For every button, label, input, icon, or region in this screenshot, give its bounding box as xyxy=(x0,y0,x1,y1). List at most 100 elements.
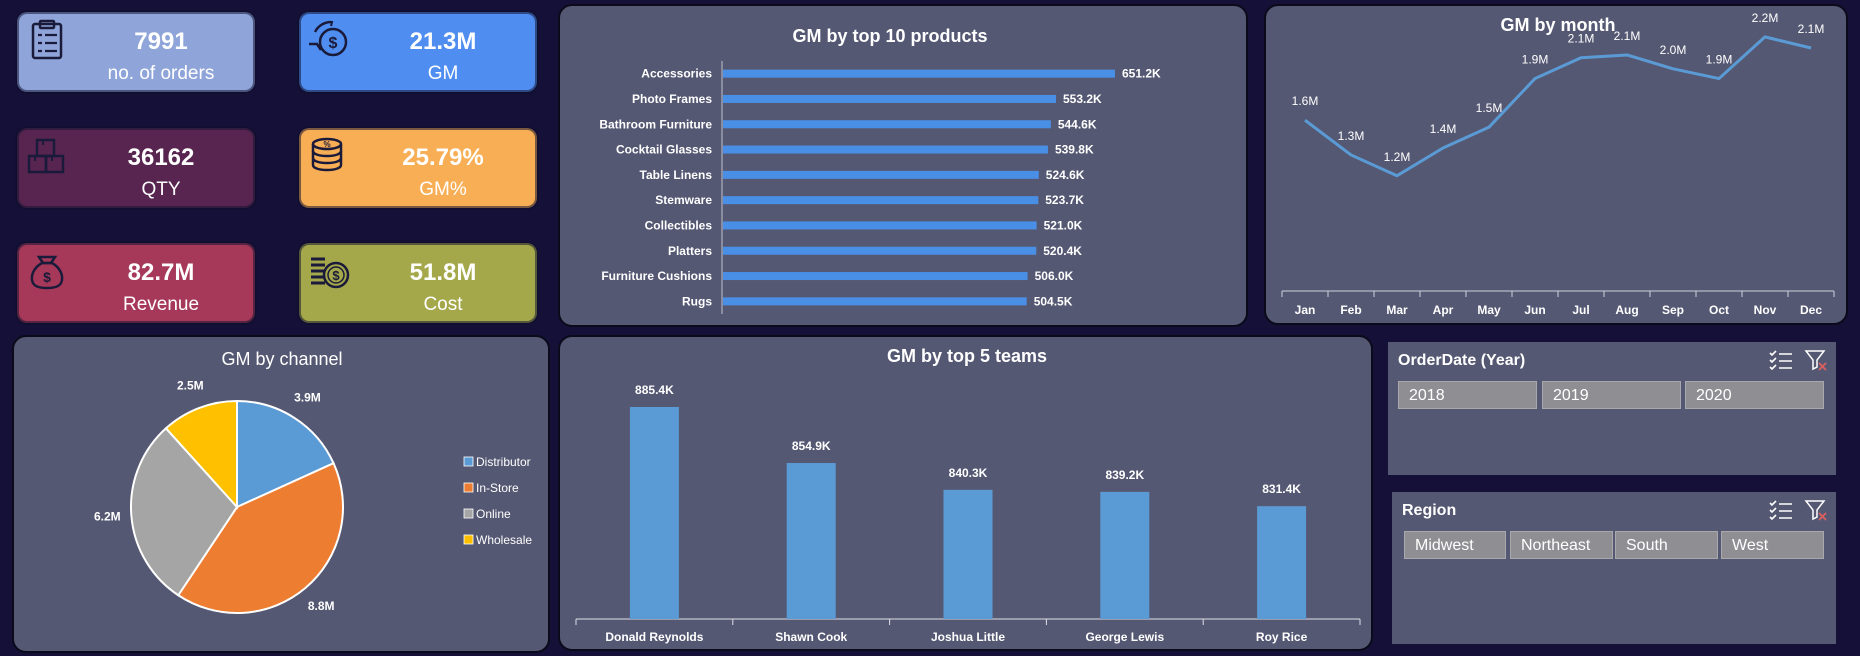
slicer-item-2020[interactable]: 2020 xyxy=(1685,381,1824,409)
category-label: Stemware xyxy=(655,193,712,207)
data-label: 520.4K xyxy=(1043,244,1082,258)
boxes-icon xyxy=(27,138,65,174)
chart-title: GM by channel xyxy=(221,349,342,369)
x-tick-label: Apr xyxy=(1433,303,1454,317)
data-label: 2.1M xyxy=(1798,22,1825,36)
bar xyxy=(723,69,1115,78)
data-label: 544.6K xyxy=(1058,117,1097,131)
channel-chart-panel: GM by channel 3.9M 8.8M 6.2M 2.5M Distributor… xyxy=(12,335,550,653)
multi-select-icon[interactable] xyxy=(1768,348,1794,372)
x-tick-label: Jul xyxy=(1572,303,1589,317)
data-label: 523.7K xyxy=(1045,193,1084,207)
bar xyxy=(943,489,993,619)
kpi-label: GM% xyxy=(419,179,467,200)
svg-text:$: $ xyxy=(332,268,340,283)
data-label: 1.9M xyxy=(1522,53,1549,67)
data-label: 854.9K xyxy=(792,439,831,453)
slicer-item-west[interactable]: West xyxy=(1721,531,1824,559)
slicer-item-2019[interactable]: 2019 xyxy=(1542,381,1681,409)
teams-bar-chart: GM by top 5 teams 885.4K Donald Reynolds 85… xyxy=(575,346,1361,644)
kpi-value: 25.79% xyxy=(402,144,484,171)
bar xyxy=(723,170,1039,179)
kpi-value: 7991 xyxy=(134,28,188,55)
legend-label: Wholesale xyxy=(476,533,532,547)
data-label: 1.3M xyxy=(1338,129,1365,143)
channel-pie-chart: GM by channel 3.9M 8.8M 6.2M 2.5M Distributor… xyxy=(94,349,532,614)
x-tick-label: Joshua Little xyxy=(931,630,1005,644)
chart-title: GM by top 5 teams xyxy=(887,346,1047,366)
x-tick-label: Sep xyxy=(1662,303,1684,317)
data-label: 2.5M xyxy=(177,379,204,393)
data-label: 1.9M xyxy=(1706,53,1733,67)
category-label: Bathroom Furniture xyxy=(599,117,712,131)
slicer-item-northeast[interactable]: Northeast xyxy=(1510,531,1613,559)
kpi-card-gm: $ 21.3M GM xyxy=(299,12,537,92)
kpi-label: Revenue xyxy=(122,294,200,315)
x-tick-label: Jun xyxy=(1524,303,1545,317)
data-label: 504.5K xyxy=(1034,294,1073,308)
clear-filter-icon[interactable] xyxy=(1804,348,1828,372)
month-chart-panel: GM by month Jan 1.6M Feb 1.3M Mar 1.2M Apr 1.4M M… xyxy=(1264,4,1848,325)
kpi-label: no. of orders xyxy=(107,63,215,84)
clear-filter-icon[interactable] xyxy=(1804,498,1828,522)
x-tick-label: May xyxy=(1477,303,1501,317)
slicer-item-2018[interactable]: 2018 xyxy=(1398,381,1537,409)
legend-swatch xyxy=(463,534,474,545)
data-label: 651.2K xyxy=(1122,67,1161,81)
slicer-item-midwest[interactable]: Midwest xyxy=(1404,531,1506,559)
category-label: Platters xyxy=(668,244,712,258)
bar xyxy=(786,463,836,619)
x-tick-label: Roy Rice xyxy=(1256,630,1308,644)
data-label: 1.4M xyxy=(1430,122,1457,136)
data-label: 506.0K xyxy=(1035,269,1074,283)
kpi-card-gm-percent: % 25.79% GM% xyxy=(299,128,537,208)
data-label: 524.6K xyxy=(1046,168,1085,182)
x-tick-label: Nov xyxy=(1754,303,1777,317)
slicer-title: OrderDate (Year) xyxy=(1398,352,1526,369)
data-label: 6.2M xyxy=(94,510,121,524)
kpi-value: 21.3M xyxy=(409,28,477,55)
series-line xyxy=(1304,35,1812,178)
data-label: 3.9M xyxy=(294,391,321,405)
bar xyxy=(723,120,1051,129)
bar xyxy=(723,297,1027,306)
data-label: 840.3K xyxy=(949,466,988,480)
kpi-value: 82.7M xyxy=(127,259,195,286)
x-tick-label: Donald Reynolds xyxy=(605,630,703,644)
x-tick-label: Jan xyxy=(1295,303,1316,317)
dollar-cycle-icon: $ xyxy=(309,20,348,57)
svg-text:$: $ xyxy=(43,269,51,285)
svg-text:$: $ xyxy=(329,35,338,52)
kpi-card-qty: 36162 QTY xyxy=(17,128,255,208)
category-label: Photo Frames xyxy=(632,92,712,106)
legend-swatch xyxy=(463,508,474,519)
bar xyxy=(723,196,1039,205)
bar xyxy=(723,145,1048,154)
bar xyxy=(723,272,1028,281)
chart-title: GM by month xyxy=(1501,15,1616,35)
money-bag-icon: $ xyxy=(30,255,64,290)
x-tick-label: Oct xyxy=(1709,303,1729,317)
data-label: 885.4K xyxy=(635,383,674,397)
bar xyxy=(723,94,1057,103)
slicer-item-south[interactable]: South xyxy=(1615,531,1718,559)
category-label: Accessories xyxy=(641,67,712,81)
data-label: 539.8K xyxy=(1055,143,1094,157)
bar xyxy=(723,221,1037,230)
x-tick-label: Mar xyxy=(1386,303,1408,317)
coins-dollar-icon: $ xyxy=(311,257,350,289)
legend-label: In-Store xyxy=(476,481,519,495)
data-label: 2.2M xyxy=(1752,11,1779,25)
coins-percent-icon: % xyxy=(311,137,343,172)
multi-select-icon[interactable] xyxy=(1768,498,1794,522)
region-slicer: Region Midwest Northeast South West xyxy=(1392,492,1836,644)
kpi-value: 51.8M xyxy=(409,259,477,286)
legend-swatch xyxy=(463,482,474,493)
data-label: 839.2K xyxy=(1105,468,1144,482)
kpi-label: Cost xyxy=(423,294,463,315)
data-label: 831.4K xyxy=(1262,482,1301,496)
data-label: 8.8M xyxy=(308,599,335,613)
data-label: 2.1M xyxy=(1568,32,1595,46)
data-label: 1.5M xyxy=(1476,101,1503,115)
x-tick-label: Aug xyxy=(1615,303,1638,317)
